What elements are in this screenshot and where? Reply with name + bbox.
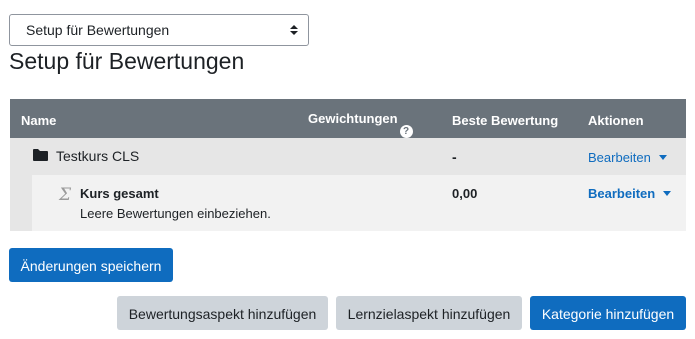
category-name: Testkurs CLS xyxy=(56,148,140,164)
add-grade-item-button[interactable]: Bewertungsaspekt hinzufügen xyxy=(117,296,328,330)
table-row-course-total: Σ Kurs gesamt Leere Bewertungen einbezie… xyxy=(10,175,686,231)
header-actions: Aktionen xyxy=(588,113,644,128)
gradebook-setup-table: Name Gewichtungen? Beste Bewertung Aktio… xyxy=(10,99,686,231)
add-category-button[interactable]: Kategorie hinzufügen xyxy=(530,296,686,330)
select-arrows-icon xyxy=(290,25,298,35)
save-changes-button[interactable]: Änderungen speichern xyxy=(9,248,173,282)
help-icon[interactable]: ? xyxy=(399,125,413,138)
header-weights-label: Gewichtungen xyxy=(308,111,398,126)
caret-down-icon xyxy=(663,191,672,196)
page-title: Setup für Bewertungen xyxy=(9,48,245,74)
add-outcome-item-button[interactable]: Lernzielaspekt hinzufügen xyxy=(336,296,522,330)
header-weights: Gewichtungen? xyxy=(308,111,413,138)
course-total-best-grade: 0,00 xyxy=(452,186,478,201)
grade-view-select-value: Setup für Bewertungen xyxy=(26,22,170,38)
category-edit-menu[interactable]: Bearbeiten xyxy=(588,150,667,165)
caret-down-icon xyxy=(658,155,667,160)
grade-view-select[interactable]: Setup für Bewertungen xyxy=(9,14,309,46)
course-total-edit-label: Bearbeiten xyxy=(588,186,656,201)
course-total-name: Kurs gesamt xyxy=(80,186,159,201)
svg-text:Σ: Σ xyxy=(58,185,72,203)
category-best-grade: - xyxy=(452,149,457,165)
folder-icon xyxy=(33,149,48,161)
header-name: Name xyxy=(21,113,57,128)
category-edit-label: Bearbeiten xyxy=(588,150,651,165)
table-row-category: Testkurs CLS - Bearbeiten xyxy=(10,138,686,175)
course-total-cell: Σ Kurs gesamt Leere Bewertungen einbezie… xyxy=(32,175,686,231)
course-total-subtext: Leere Bewertungen einbeziehen. xyxy=(80,206,271,221)
sigma-icon: Σ xyxy=(58,185,72,203)
course-total-edit-menu[interactable]: Bearbeiten xyxy=(588,186,672,201)
table-header: Name Gewichtungen? Beste Bewertung Aktio… xyxy=(10,99,686,138)
header-best-grade: Beste Bewertung xyxy=(452,113,559,128)
